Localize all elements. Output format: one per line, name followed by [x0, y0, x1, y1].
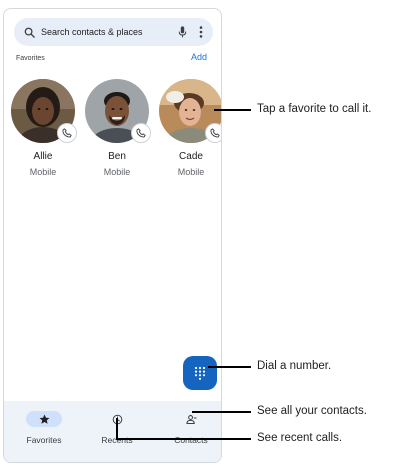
- contact-phone-type: Mobile: [177, 167, 205, 177]
- contact-photo[interactable]: [159, 79, 221, 143]
- favorites-heading: Favorites: [16, 55, 45, 62]
- callout-contacts: See all your contacts.: [257, 405, 367, 417]
- nav-tab-contacts[interactable]: Contacts: [156, 411, 221, 445]
- help-illustration: Search contacts & places Favorites Add A…: [0, 0, 403, 465]
- contact-name: Allie: [33, 151, 53, 162]
- search-icon: [24, 27, 35, 38]
- favorite-contact-allie[interactable]: Allie Mobile: [8, 79, 78, 177]
- contact-photo[interactable]: [11, 79, 77, 143]
- contact-name: Ben: [108, 151, 126, 162]
- phone-icon: [62, 128, 72, 138]
- callout-recents: See recent calls.: [257, 432, 343, 444]
- search-input[interactable]: Search contacts & places: [41, 27, 178, 37]
- contact-phone-type: Mobile: [29, 167, 57, 177]
- call-badge[interactable]: [131, 123, 151, 143]
- contacts-icon: [185, 414, 196, 424]
- call-badge[interactable]: [57, 123, 77, 143]
- contact-name: Cade: [179, 151, 203, 162]
- phone-icon: [210, 128, 220, 138]
- contact-phone-type: Mobile: [103, 167, 131, 177]
- nav-icon-holder: [99, 411, 135, 427]
- microphone-icon[interactable]: [178, 26, 187, 38]
- favorite-contact-cade[interactable]: Cade Mobile: [156, 79, 221, 177]
- search-bar[interactable]: Search contacts & places: [14, 18, 213, 46]
- contact-photo[interactable]: [85, 79, 151, 143]
- dialpad-button[interactable]: [183, 356, 217, 390]
- favorite-contact-ben[interactable]: Ben Mobile: [82, 79, 152, 177]
- bottom-navigation: Favorites Recents Contacts: [4, 401, 221, 462]
- nav-active-indicator: [26, 411, 62, 427]
- clock-icon: [112, 414, 122, 424]
- call-badge[interactable]: [205, 123, 221, 143]
- nav-icon-holder: [173, 411, 209, 427]
- callout-dial: Dial a number.: [257, 360, 332, 372]
- nav-tab-recents[interactable]: Recents: [82, 411, 152, 445]
- nav-tab-favorites[interactable]: Favorites: [9, 411, 79, 445]
- add-favorite-button[interactable]: Add: [191, 52, 207, 62]
- more-options-icon[interactable]: [199, 26, 203, 38]
- phone-icon: [136, 128, 146, 138]
- nav-label: Recents: [101, 435, 133, 445]
- nav-label: Contacts: [174, 435, 208, 445]
- star-icon: [39, 414, 49, 424]
- nav-label: Favorites: [26, 435, 62, 445]
- dialpad-icon: [194, 366, 206, 380]
- callout-favorite: Tap a favorite to call it.: [257, 103, 372, 115]
- phone-screen: Search contacts & places Favorites Add A…: [3, 8, 222, 463]
